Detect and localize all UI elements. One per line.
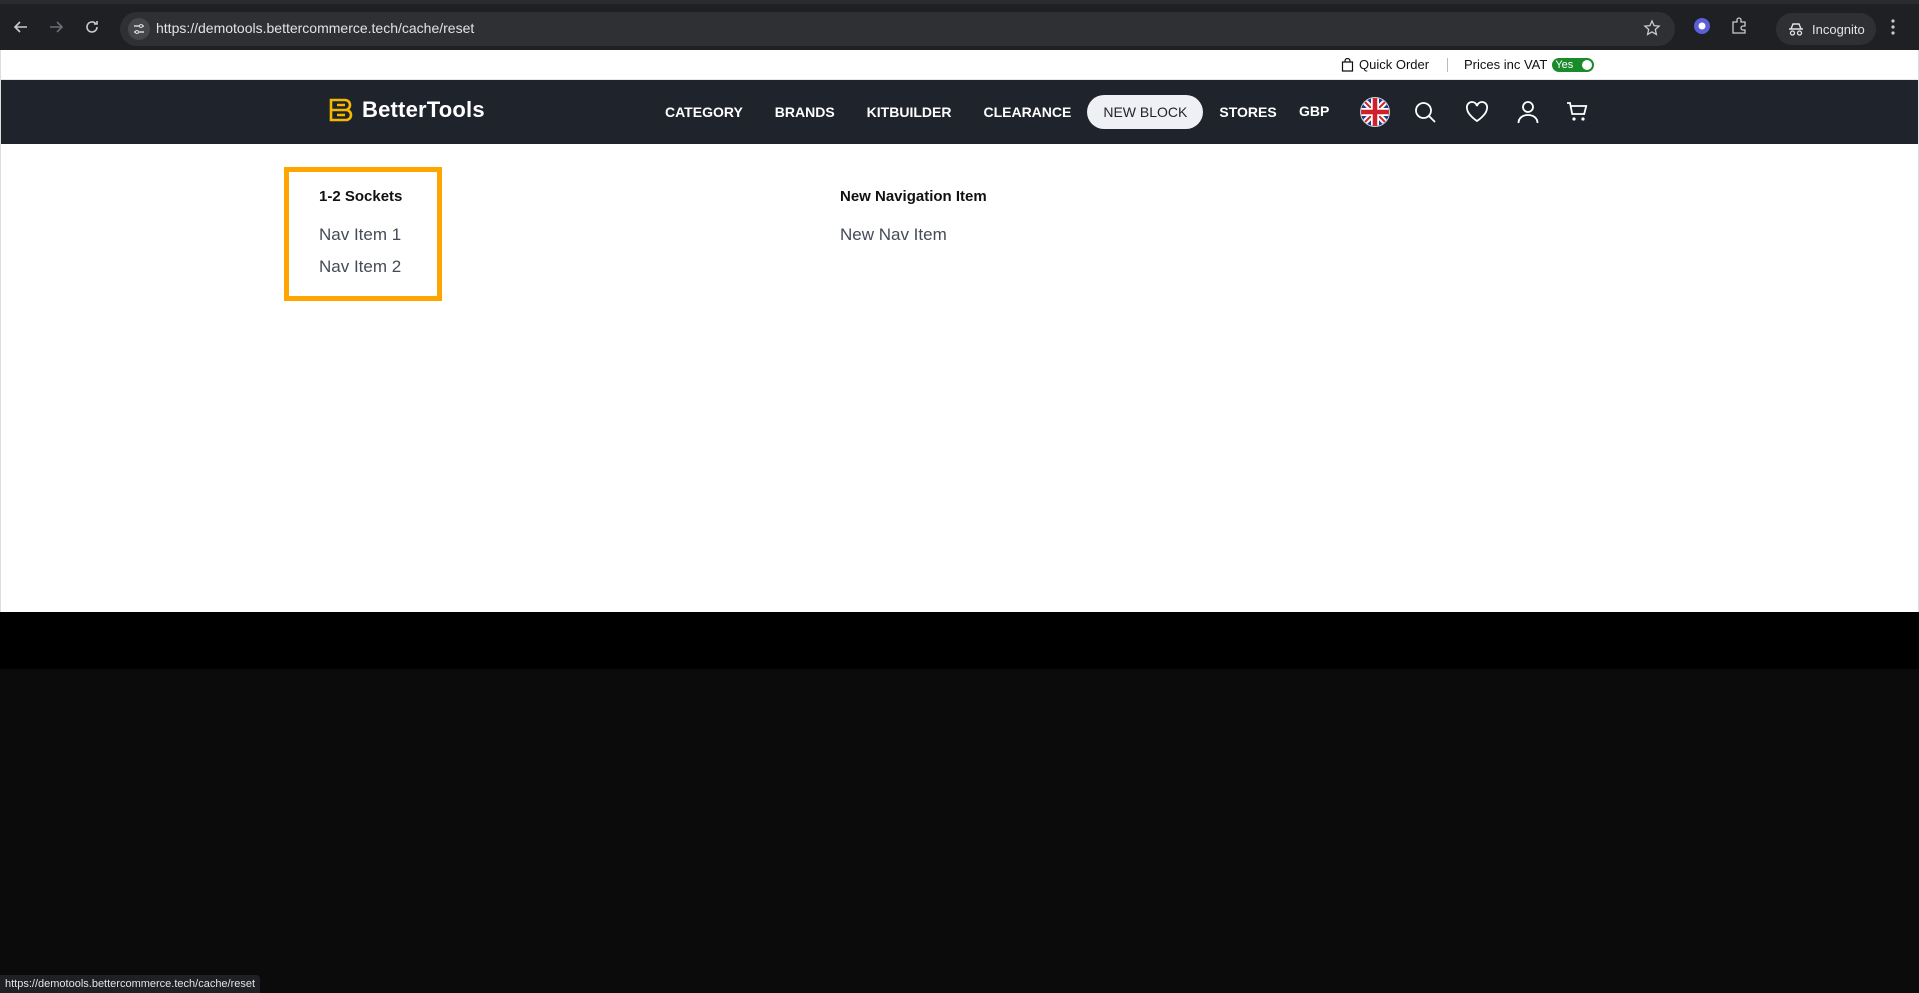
- incognito-label: Incognito: [1812, 21, 1865, 37]
- forward-button[interactable]: [43, 14, 69, 40]
- vat-setting: Prices inc VAT Yes: [1464, 57, 1595, 72]
- currency-selector[interactable]: GBP: [1299, 103, 1329, 119]
- brand-logo[interactable]: BetterTools: [328, 97, 485, 123]
- toggle-knob: [1582, 59, 1593, 70]
- column-title-new-navigation[interactable]: New Navigation Item: [840, 188, 987, 205]
- uk-flag-icon[interactable]: [1360, 97, 1390, 127]
- vat-label: Prices inc VAT: [1464, 57, 1548, 72]
- web-page: Quick Order Prices inc VAT Yes BetterToo…: [0, 50, 1919, 612]
- nav-link-new-nav-item[interactable]: New Nav Item: [840, 225, 947, 245]
- menu-item-stores[interactable]: STORES: [1203, 95, 1292, 129]
- search-icon[interactable]: [1411, 98, 1439, 126]
- incognito-indicator[interactable]: Incognito: [1776, 13, 1876, 45]
- menu-item-brands[interactable]: BRANDS: [759, 95, 851, 129]
- utility-bar: Quick Order Prices inc VAT Yes: [1, 50, 1918, 80]
- back-button[interactable]: [8, 14, 34, 40]
- bag-icon: [1341, 57, 1354, 72]
- reload-icon: [86, 21, 98, 33]
- nav-link-item-1[interactable]: Nav Item 1: [319, 225, 401, 245]
- divider: [1447, 58, 1448, 72]
- arrow-left-icon: [13, 21, 27, 33]
- heart-icon[interactable]: [1463, 98, 1491, 126]
- site-settings-icon[interactable]: [128, 18, 150, 40]
- arrow-right-icon: [50, 21, 64, 33]
- quick-order-link[interactable]: Quick Order: [1341, 57, 1429, 72]
- browser-menu-icon[interactable]: [1890, 18, 1896, 41]
- cart-icon[interactable]: [1563, 98, 1591, 126]
- column-title-sockets[interactable]: 1-2 Sockets: [319, 188, 402, 205]
- brand-name: BetterTools: [362, 97, 485, 122]
- extension-icon[interactable]: [1693, 17, 1711, 40]
- logo-icon: [329, 98, 353, 122]
- bookmark-star-icon[interactable]: [1643, 19, 1661, 42]
- reload-button[interactable]: [79, 14, 105, 40]
- menu-item-clearance[interactable]: CLEARANCE: [967, 95, 1087, 129]
- page-overlay-strip: [0, 612, 1919, 669]
- menu-item-kitbuilder[interactable]: KITBUILDER: [851, 95, 968, 129]
- user-icon[interactable]: [1514, 98, 1542, 126]
- extensions-puzzle-icon[interactable]: [1730, 17, 1748, 40]
- menu-item-new-block[interactable]: NEW BLOCK: [1087, 95, 1204, 129]
- menu-item-category[interactable]: CATEGORY: [649, 95, 759, 129]
- main-navigation: BetterTools CATEGORY BRANDS KITBUILDER C…: [1, 80, 1918, 144]
- category-menu: CATEGORY BRANDS KITBUILDER CLEARANCE NEW…: [649, 80, 1293, 144]
- status-bar-url: https://demotools.bettercommerce.tech/ca…: [0, 975, 261, 993]
- incognito-icon: [1789, 23, 1803, 36]
- browser-toolbar: https://demotools.bettercommerce.tech/ca…: [0, 0, 1919, 50]
- nav-link-item-2[interactable]: Nav Item 2: [319, 257, 401, 277]
- url-text[interactable]: https://demotools.bettercommerce.tech/ca…: [156, 20, 474, 36]
- vat-toggle-text: Yes: [1555, 58, 1574, 71]
- vat-toggle[interactable]: Yes: [1552, 57, 1595, 72]
- quick-order-label: Quick Order: [1359, 57, 1430, 72]
- address-bar[interactable]: https://demotools.bettercommerce.tech/ca…: [120, 12, 1675, 46]
